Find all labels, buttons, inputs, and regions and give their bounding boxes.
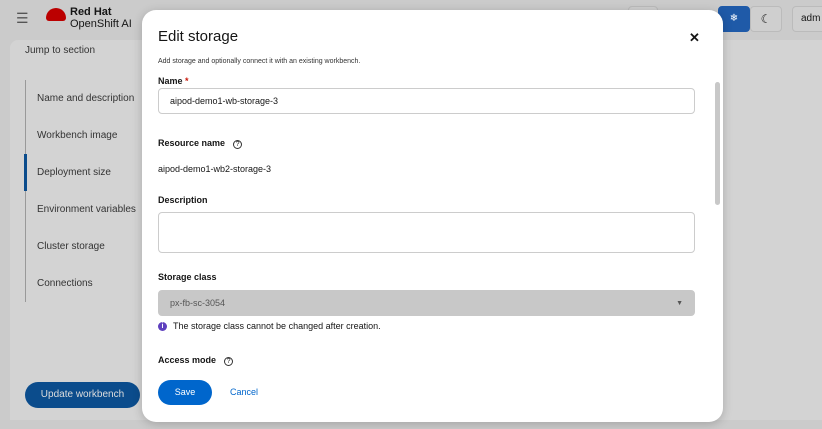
hamburger-menu-icon[interactable]: ☰: [16, 10, 29, 27]
required-marker: *: [185, 76, 189, 86]
description-label: Description: [158, 195, 208, 205]
resource-name-label: Resource name?: [158, 138, 243, 149]
modal-description: Add storage and optionally connect it wi…: [158, 58, 361, 65]
jump-nav: Name and description Workbench image Dep…: [24, 80, 136, 302]
nav-item-environment-variables[interactable]: Environment variables: [26, 191, 136, 228]
nav-item-deployment-size[interactable]: Deployment size: [24, 154, 136, 191]
scrollbar[interactable]: [715, 82, 720, 205]
modal-title: Edit storage: [158, 28, 239, 45]
name-label: Name *: [158, 76, 189, 86]
storage-class-helper: i The storage class cannot be changed aft…: [158, 321, 381, 331]
save-button[interactable]: Save: [158, 380, 212, 405]
resource-name-value: aipod-demo1-wb2-storage-3: [158, 164, 272, 174]
storage-class-helper-text: The storage class cannot be changed afte…: [173, 321, 381, 331]
nav-item-name-description[interactable]: Name and description: [26, 80, 136, 117]
name-label-text: Name: [158, 76, 183, 86]
red-hat-icon: [46, 8, 66, 21]
name-value: aipod-demo1-wb-storage-3: [170, 96, 279, 106]
user-name: adm: [801, 13, 821, 24]
caret-down-icon: ▼: [676, 299, 683, 307]
help-icon[interactable]: ?: [233, 140, 243, 149]
cancel-button[interactable]: Cancel: [230, 387, 258, 397]
name-input[interactable]: aipod-demo1-wb-storage-3: [158, 88, 695, 114]
storage-class-label: Storage class: [158, 272, 217, 282]
user-menu[interactable]: adm: [792, 6, 822, 32]
brand-line1: Red Hat: [70, 6, 112, 18]
nav-item-cluster-storage[interactable]: Cluster storage: [26, 228, 136, 265]
access-mode-label: Access mode?: [158, 354, 234, 366]
info-icon: i: [158, 321, 167, 331]
resource-name-label-text: Resource name: [158, 138, 226, 148]
jump-to-section-title: Jump to section: [25, 45, 96, 56]
edit-storage-modal: Edit storage ✕ Add storage and optionall…: [142, 10, 723, 422]
brand-line2: OpenShift AI: [70, 18, 132, 30]
description-textarea[interactable]: [158, 212, 695, 253]
logo: Red Hat OpenShift AI: [46, 6, 132, 30]
help-icon[interactable]: ?: [224, 357, 234, 366]
nav-item-workbench-image[interactable]: Workbench image: [26, 117, 136, 154]
storage-class-value: px-fb-sc-3054: [170, 298, 226, 308]
modal-body: Name * aipod-demo1-wb-storage-3 Resource…: [142, 70, 723, 370]
dark-theme-icon[interactable]: ☾: [750, 6, 782, 32]
storage-class-select[interactable]: px-fb-sc-3054 ▼: [158, 290, 695, 316]
close-icon[interactable]: ✕: [689, 30, 700, 46]
update-workbench-button[interactable]: Update workbench: [25, 382, 140, 408]
nav-item-connections[interactable]: Connections: [26, 265, 136, 302]
access-mode-label-text: Access mode: [158, 355, 217, 365]
